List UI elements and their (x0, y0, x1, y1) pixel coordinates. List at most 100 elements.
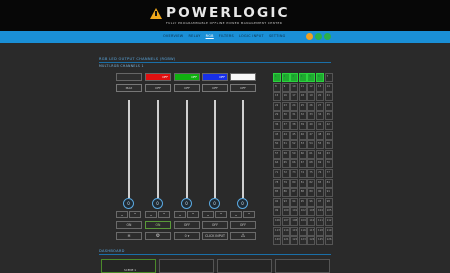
status-button-3[interactable]: OFF (174, 221, 200, 229)
grid-cell[interactable]: 104 (315, 207, 324, 217)
grid-cell[interactable]: 1 (273, 73, 281, 82)
grid-cell[interactable]: 39 (298, 120, 307, 130)
grid-cell[interactable]: 114 (281, 226, 290, 236)
grid-cell[interactable]: 15 (273, 92, 281, 102)
up-arrow-button[interactable]: ⌃ (129, 211, 141, 218)
color-swatch[interactable] (230, 73, 256, 81)
color-swatch[interactable]: OFF (145, 73, 171, 81)
fader-track-2[interactable] (157, 100, 159, 198)
nav-item-filters[interactable]: FILTERS (219, 34, 234, 38)
grid-cell[interactable]: 7 (324, 73, 333, 82)
grid-cell[interactable]: 106 (273, 216, 281, 226)
grid-cell[interactable]: 101 (290, 207, 299, 217)
grid-cell[interactable]: 69 (315, 159, 324, 169)
color-swatch[interactable]: OFF (174, 73, 200, 81)
grid-cell[interactable]: 107 (281, 216, 290, 226)
grid-cell[interactable]: 78 (273, 178, 281, 188)
refresh-icon[interactable] (324, 33, 331, 40)
grid-cell[interactable]: 88 (298, 188, 307, 198)
grid-cell[interactable]: 50 (273, 140, 281, 150)
down-arrow-button[interactable]: ⌄ (230, 211, 242, 218)
grid-cell[interactable]: 33 (307, 111, 316, 121)
grid-cell[interactable]: 91 (324, 188, 333, 198)
grid-cell[interactable]: 126 (324, 236, 333, 246)
grid-cell[interactable]: 40 (307, 120, 316, 130)
grid-cell[interactable]: 118 (315, 226, 324, 236)
settings-icon[interactable] (306, 33, 313, 40)
grid-cell[interactable]: 84 (324, 178, 333, 188)
grid-cell[interactable]: 67 (298, 159, 307, 169)
nav-item-setting[interactable]: SETTING (269, 34, 286, 38)
status-button-5[interactable]: OFF (230, 221, 256, 229)
grid-cell[interactable]: 49 (324, 130, 333, 140)
dashboard-card-3[interactable] (217, 259, 272, 273)
grid-cell[interactable]: 46 (298, 130, 307, 140)
grid-cell[interactable]: 124 (307, 236, 316, 246)
grid-cell[interactable]: 3 (290, 73, 299, 82)
grid-cell[interactable]: 121 (281, 236, 290, 246)
grid-cell[interactable]: 72 (281, 168, 290, 178)
grid-cell[interactable]: 97 (315, 197, 324, 207)
grid-cell[interactable]: 85 (273, 188, 281, 198)
dashboard-card-4[interactable] (275, 259, 330, 273)
mode-m-button[interactable]: M (116, 232, 142, 240)
mode-button[interactable]: OFF (145, 84, 171, 92)
color-swatch[interactable]: OFF (202, 73, 228, 81)
status-button-1[interactable]: ON (116, 221, 142, 229)
grid-cell[interactable]: 122 (290, 236, 299, 246)
grid-cell[interactable]: 44 (281, 130, 290, 140)
grid-cell[interactable]: 48 (315, 130, 324, 140)
status-button-4[interactable]: OFF (202, 221, 228, 229)
fader-knob-1[interactable]: 0 (123, 198, 134, 209)
grid-cell[interactable]: 11 (298, 82, 307, 92)
grid-cell[interactable]: 51 (281, 140, 290, 150)
grid-cell[interactable]: 24 (290, 101, 299, 111)
grid-cell[interactable]: 113 (273, 226, 281, 236)
power-icon[interactable] (315, 33, 322, 40)
grid-cell[interactable]: 29 (273, 111, 281, 121)
grid-cell[interactable]: 94 (290, 197, 299, 207)
grid-cell[interactable]: 25 (298, 101, 307, 111)
grid-cell[interactable]: 65 (281, 159, 290, 169)
grid-cell[interactable]: 68 (307, 159, 316, 169)
grid-cell[interactable]: 31 (290, 111, 299, 121)
grid-cell[interactable]: 110 (307, 216, 316, 226)
grid-cell[interactable]: 18 (298, 92, 307, 102)
grid-cell[interactable]: 64 (273, 159, 281, 169)
mode-button[interactable]: OFF (174, 84, 200, 92)
grid-cell[interactable]: 60 (298, 149, 307, 159)
mode-button[interactable]: OFF (202, 84, 228, 92)
grid-cell[interactable]: 10 (290, 82, 299, 92)
grid-cell[interactable]: 70 (324, 159, 333, 169)
grid-cell[interactable]: 117 (307, 226, 316, 236)
grid-cell[interactable]: 59 (290, 149, 299, 159)
grid-cell[interactable]: 12 (307, 82, 316, 92)
grid-cell[interactable]: 119 (324, 226, 333, 236)
grid-cell[interactable]: 38 (290, 120, 299, 130)
grid-cell[interactable]: 83 (315, 178, 324, 188)
up-arrow-button[interactable]: ⌃ (187, 211, 199, 218)
grid-cell[interactable]: 19 (307, 92, 316, 102)
grid-cell[interactable]: 82 (307, 178, 316, 188)
grid-cell[interactable]: 102 (298, 207, 307, 217)
grid-cell[interactable]: 75 (307, 168, 316, 178)
grid-cell[interactable]: 52 (290, 140, 299, 150)
grid-cell[interactable]: 21 (324, 92, 333, 102)
grid-cell[interactable]: 71 (273, 168, 281, 178)
grid-cell[interactable]: 115 (290, 226, 299, 236)
grid-cell[interactable]: 86 (281, 188, 290, 198)
up-arrow-button[interactable]: ⌃ (243, 211, 255, 218)
grid-cell[interactable]: 17 (290, 92, 299, 102)
grid-cell[interactable]: 58 (281, 149, 290, 159)
grid-cell[interactable]: 35 (324, 111, 333, 121)
grid-cell[interactable]: 41 (315, 120, 324, 130)
down-arrow-button[interactable]: ⌄ (174, 211, 186, 218)
fader-knob-3[interactable]: 0 (181, 198, 192, 209)
grid-cell[interactable]: 62 (315, 149, 324, 159)
grid-cell[interactable]: 96 (307, 197, 316, 207)
color-swatch[interactable] (116, 73, 142, 81)
grid-cell[interactable]: 89 (307, 188, 316, 198)
grid-cell[interactable]: 66 (290, 159, 299, 169)
grid-cell[interactable]: 108 (290, 216, 299, 226)
fader-knob-2[interactable]: 0 (152, 198, 163, 209)
